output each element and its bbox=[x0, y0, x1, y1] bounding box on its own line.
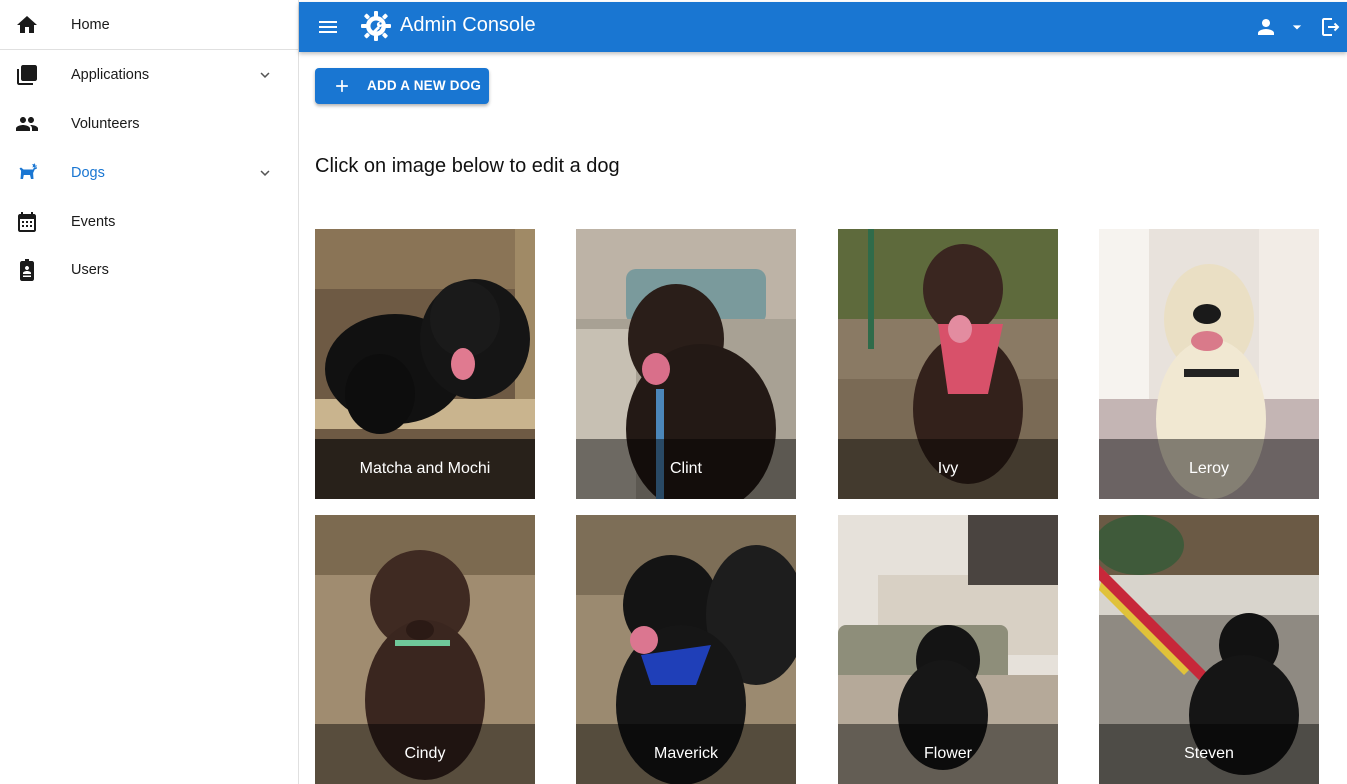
dog-name: Matcha and Mochi bbox=[359, 460, 491, 477]
plus-icon bbox=[332, 76, 352, 96]
dog-name: Flower bbox=[923, 745, 972, 762]
add-dog-button[interactable]: ADD A NEW DOG bbox=[315, 68, 489, 104]
dog-card[interactable]: Flower bbox=[838, 515, 1058, 784]
badge-icon bbox=[15, 258, 39, 282]
dog-caption-bar: Flower bbox=[838, 724, 1058, 784]
dog-caption-bar: Matcha and Mochi bbox=[315, 439, 535, 499]
dog-caption-bar: Clint bbox=[576, 439, 796, 499]
dog-card[interactable]: Ivy bbox=[838, 229, 1058, 499]
sidebar-item-label: Applications bbox=[71, 66, 150, 83]
dog-name: Cindy bbox=[404, 745, 446, 762]
sidebar-item-label: Volunteers bbox=[71, 115, 140, 132]
dog-caption-bar: Steven bbox=[1099, 724, 1319, 784]
dog-caption-bar: Ivy bbox=[838, 439, 1058, 499]
dog-card[interactable]: Cindy bbox=[315, 515, 535, 784]
chevron-down-icon[interactable] bbox=[256, 164, 274, 182]
dog-card[interactable]: Clint bbox=[576, 229, 796, 499]
account-icon[interactable] bbox=[1254, 15, 1278, 39]
calendar-icon bbox=[15, 210, 39, 234]
sidebar-item-home[interactable]: Home bbox=[0, 0, 298, 50]
dog-card[interactable]: Maverick bbox=[576, 515, 796, 784]
sidebar-item-label: Events bbox=[71, 213, 116, 230]
library-books-icon bbox=[15, 63, 39, 87]
sidebar-item-volunteers[interactable]: Volunteers bbox=[0, 99, 298, 148]
dog-caption-bar: Maverick bbox=[576, 724, 796, 784]
dog-name: Leroy bbox=[1188, 460, 1230, 477]
home-icon bbox=[15, 13, 39, 37]
add-dog-button-label: ADD A NEW DOG bbox=[367, 78, 482, 93]
dog-caption-bar: Leroy bbox=[1099, 439, 1319, 499]
app-title: Admin Console bbox=[400, 14, 536, 36]
dog-icon bbox=[15, 161, 39, 185]
sidebar-item-events[interactable]: Events bbox=[0, 197, 298, 246]
dog-card[interactable]: Matcha and Mochi bbox=[315, 229, 535, 499]
menu-icon[interactable] bbox=[316, 15, 340, 39]
people-icon bbox=[15, 112, 39, 136]
app-bar: Admin Console bbox=[299, 2, 1347, 52]
dog-name: Steven bbox=[1184, 745, 1234, 762]
sidebar-item-dogs[interactable]: Dogs bbox=[0, 148, 298, 197]
sidebar-item-users[interactable]: Users bbox=[0, 245, 298, 294]
dog-name: Clint bbox=[669, 460, 702, 477]
dog-card[interactable]: Steven bbox=[1099, 515, 1319, 784]
caret-down-icon[interactable] bbox=[1287, 17, 1307, 37]
sidebar: Home Applications Volunteers Dogs Events bbox=[0, 0, 299, 784]
sidebar-item-label: Dogs bbox=[71, 164, 105, 181]
dog-name: Maverick bbox=[653, 745, 718, 762]
dog-card[interactable]: Leroy bbox=[1099, 229, 1319, 499]
logout-icon[interactable] bbox=[1319, 15, 1343, 39]
dog-name: Ivy bbox=[937, 460, 959, 477]
sidebar-item-label: Users bbox=[71, 261, 109, 278]
sidebar-item-label: Home bbox=[71, 16, 110, 33]
instruction-text: Click on image below to edit a dog bbox=[315, 155, 620, 177]
dog-caption-bar: Cindy bbox=[315, 724, 535, 784]
chevron-down-icon[interactable] bbox=[256, 66, 274, 84]
gear-wrench-logo-icon bbox=[359, 9, 393, 43]
sidebar-item-applications[interactable]: Applications bbox=[0, 50, 298, 99]
